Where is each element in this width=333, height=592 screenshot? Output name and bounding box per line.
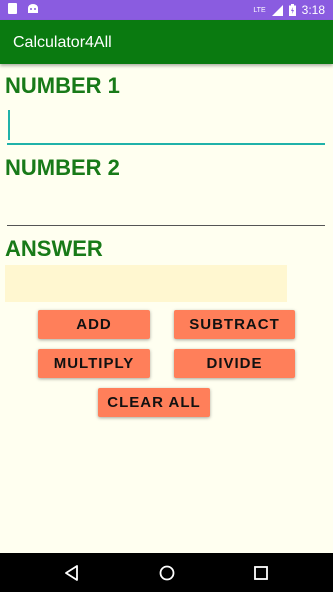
status-bar: LTE 3:18 <box>0 0 333 20</box>
battery-icon <box>288 4 296 16</box>
network-type: LTE <box>253 6 266 14</box>
back-button[interactable] <box>62 563 82 583</box>
recents-button[interactable] <box>251 563 271 583</box>
status-left-icons <box>8 3 39 14</box>
recents-icon <box>254 566 268 580</box>
answer-display <box>5 265 287 302</box>
text-cursor <box>8 110 10 140</box>
number1-label: NUMBER 1 <box>5 73 120 98</box>
number2-input[interactable] <box>7 191 325 225</box>
clear-all-button[interactable]: CLEAR ALL <box>98 388 210 417</box>
number1-input[interactable] <box>7 109 325 143</box>
app-title: Calculator4All <box>13 34 112 51</box>
number2-label: NUMBER 2 <box>5 155 120 180</box>
android-icon <box>28 4 38 13</box>
multiply-button[interactable]: MULTIPLY <box>38 349 150 378</box>
sd-card-icon <box>8 3 17 14</box>
app-bar: Calculator4All <box>0 20 333 64</box>
home-icon <box>159 565 175 581</box>
number1-underline <box>7 143 325 145</box>
navigation-bar <box>0 553 333 592</box>
divide-button[interactable]: DIVIDE <box>174 349 295 378</box>
status-right: LTE 3:18 <box>253 3 325 17</box>
number2-underline <box>7 225 325 226</box>
subtract-button[interactable]: SUBTRACT <box>174 310 295 339</box>
add-button[interactable]: ADD <box>38 310 150 339</box>
answer-label: ANSWER <box>5 236 103 261</box>
clock: 3:18 <box>301 3 325 17</box>
signal-icon <box>271 4 283 16</box>
back-icon <box>65 565 78 581</box>
home-button[interactable] <box>157 563 177 583</box>
